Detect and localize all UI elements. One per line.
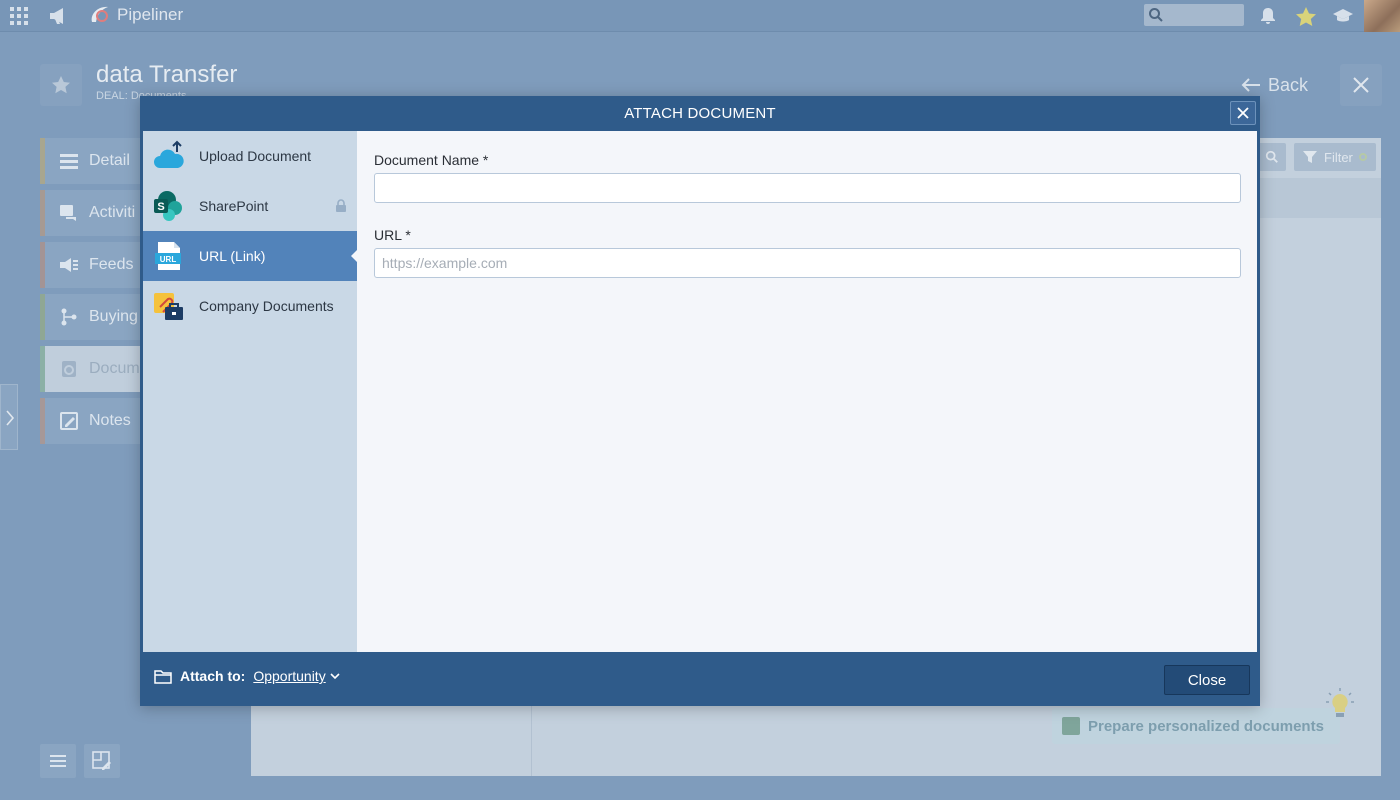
content-search-button[interactable] <box>1258 143 1286 171</box>
attach-to-selector: Attach to: Opportunity <box>154 668 340 684</box>
source-label: SharePoint <box>199 198 269 214</box>
brand-name: Pipeliner <box>117 5 184 24</box>
lightbulb-icon <box>1326 688 1354 717</box>
side-nav-label: Notes <box>89 412 131 429</box>
source-item-upload-document[interactable]: Upload Document <box>143 131 357 181</box>
bottom-tools <box>40 744 120 778</box>
edit-layout-icon <box>92 751 111 770</box>
filter-label: Filter <box>1324 149 1353 165</box>
side-nav-label: Feeds <box>89 256 134 273</box>
chevron-right-icon <box>6 410 15 426</box>
buying-center-icon <box>61 308 77 326</box>
side-nav-item-documents[interactable]: Docum <box>40 346 140 392</box>
filter-funnel-icon <box>1303 151 1317 163</box>
side-nav-item-activities[interactable]: Activiti <box>40 190 140 236</box>
side-nav-label: Docum <box>89 360 140 377</box>
sharepoint-icon: S <box>154 191 182 221</box>
filter-status-dot <box>1358 153 1367 161</box>
document-icon <box>1062 717 1080 735</box>
notification-bell-icon[interactable] <box>1258 6 1278 26</box>
app-grid-icon[interactable] <box>10 7 30 25</box>
url-input[interactable] <box>374 248 1241 278</box>
svg-text:S: S <box>157 201 164 213</box>
global-search-input[interactable] <box>1144 4 1244 26</box>
attach-to-dropdown[interactable]: Opportunity <box>253 668 325 684</box>
menu-button[interactable] <box>40 744 76 778</box>
side-nav-label: Activiti <box>89 204 136 221</box>
source-item-sharepoint[interactable]: S SharePoint <box>143 181 357 231</box>
dialog-body: Upload Document S SharePoint URL URL (Li… <box>143 131 1257 652</box>
activities-icon <box>60 205 76 221</box>
side-nav-label: Buying <box>89 308 138 325</box>
favorites-star-icon[interactable] <box>1295 6 1317 26</box>
arrow-left-icon <box>1241 78 1260 92</box>
list-icon <box>60 154 78 169</box>
star-icon <box>52 76 70 94</box>
search-icon <box>1149 8 1163 22</box>
filter-button[interactable]: Filter <box>1294 143 1376 171</box>
hint-text: Prepare personalized documents <box>1088 717 1324 735</box>
close-button[interactable]: Close <box>1164 665 1250 695</box>
academy-cap-icon[interactable] <box>1332 6 1354 26</box>
folder-icon <box>154 669 172 684</box>
source-label: URL (Link) <box>199 248 266 264</box>
document-source-list: Upload Document S SharePoint URL URL (Li… <box>143 131 357 652</box>
dialog-footer: Attach to: Opportunity Close <box>140 652 1260 706</box>
side-nav-item-buying-center[interactable]: Buying <box>40 294 140 340</box>
attach-to-label: Attach to: <box>180 668 246 684</box>
edit-layout-button[interactable] <box>84 744 120 778</box>
close-icon <box>1353 77 1369 93</box>
cloud-upload-icon <box>154 140 184 168</box>
megaphone-icon[interactable] <box>48 6 70 26</box>
chevron-down-icon[interactable] <box>330 672 340 680</box>
side-nav-label: Detail <box>89 152 130 169</box>
url-label: URL * <box>374 227 411 243</box>
feeds-icon <box>60 258 78 272</box>
source-label: Company Documents <box>199 298 334 314</box>
record-side-nav: Detail Activiti Feeds Buying Docum Notes <box>40 138 140 450</box>
back-label: Back <box>1268 74 1309 95</box>
source-item-company-documents[interactable]: Company Documents <box>143 281 357 331</box>
close-icon <box>1237 107 1249 119</box>
favorite-record-button[interactable] <box>40 64 82 106</box>
svg-text:URL: URL <box>160 255 177 264</box>
close-record-button[interactable] <box>1340 64 1382 106</box>
url-link-icon: URL <box>155 242 181 270</box>
company-documents-icon <box>154 293 183 320</box>
dialog-header: ATTACH DOCUMENT <box>140 96 1260 130</box>
lock-icon <box>336 199 346 212</box>
hint-card[interactable]: Prepare personalized documents <box>1052 708 1340 744</box>
dialog-title: ATTACH DOCUMENT <box>624 104 776 122</box>
source-item-url-link[interactable]: URL URL (Link) <box>143 231 357 281</box>
notes-icon <box>60 412 78 430</box>
side-nav-item-notes[interactable]: Notes <box>40 398 140 444</box>
menu-icon <box>50 755 66 767</box>
pipeliner-logo-icon <box>91 6 108 22</box>
dialog-close-button[interactable] <box>1230 101 1256 125</box>
source-label: Upload Document <box>199 148 312 164</box>
user-avatar[interactable] <box>1364 0 1400 32</box>
side-nav-item-detail[interactable]: Detail <box>40 138 140 184</box>
document-name-input[interactable] <box>374 173 1241 203</box>
documents-icon <box>62 361 76 377</box>
brand-logo[interactable]: Pipeliner <box>88 4 183 26</box>
page-title: data Transfer <box>96 61 238 88</box>
attach-document-dialog: ATTACH DOCUMENT Upload Document S ShareP… <box>140 96 1260 706</box>
expand-panel-handle[interactable] <box>0 384 18 450</box>
document-name-label: Document Name * <box>374 152 489 168</box>
side-nav-item-feeds[interactable]: Feeds <box>40 242 140 288</box>
url-link-form: Document Name * URL * <box>374 151 1242 278</box>
top-bar: Pipeliner <box>0 0 1400 32</box>
search-icon <box>1265 150 1278 163</box>
